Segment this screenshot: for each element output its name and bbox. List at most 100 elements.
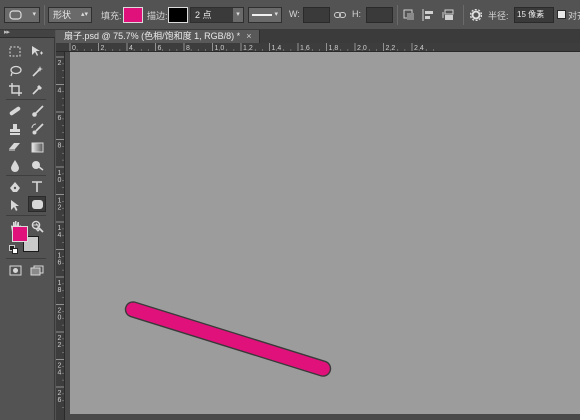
stroke-color-swatch[interactable] — [168, 7, 188, 23]
rounded-rect-shape[interactable] — [124, 300, 333, 378]
ruler-label: 4 — [58, 232, 62, 239]
line-style-icon — [252, 14, 272, 16]
eraser-tool-icon[interactable] — [6, 139, 24, 155]
divider — [6, 99, 46, 100]
chevron-down-icon: ▾ — [233, 8, 243, 22]
options-bar: ▾ 形状 ▴▾ 填充: 描边: 2 点 ▾ ▾ W: H: 半径: 15 像素 … — [0, 0, 580, 30]
width-label: W: — [289, 9, 300, 19]
healing-brush-tool-icon[interactable] — [6, 103, 24, 119]
mode-select[interactable]: 形状 ▴▾ — [48, 7, 92, 23]
ruler-label: 0 — [58, 177, 62, 184]
align-edges-checkbox[interactable] — [557, 10, 566, 19]
ruler-label: 2 — [58, 60, 62, 67]
ruler-label: 1 6 — [300, 45, 310, 52]
ruler-label: 6 — [158, 45, 162, 52]
ruler-label: 2 — [58, 390, 62, 397]
screen-mode-icon[interactable] — [28, 262, 46, 278]
align-edges-label: 对齐边缘 — [568, 11, 580, 21]
rounded-rect-tool-icon — [9, 10, 22, 20]
ruler-label: 1 — [58, 280, 62, 287]
path-alignment-icon[interactable] — [420, 7, 436, 23]
gradient-tool-icon[interactable] — [28, 139, 46, 155]
ruler-label: 2 0 — [357, 45, 367, 52]
ruler-label: 1 — [58, 170, 62, 177]
divider — [6, 175, 46, 176]
ruler-label: 6 — [58, 260, 62, 267]
path-operations-icon[interactable] — [401, 7, 417, 23]
move-tool-icon[interactable] — [28, 43, 46, 59]
brush-tool-icon[interactable] — [28, 103, 46, 119]
tool-preset-picker[interactable]: ▾ — [4, 7, 40, 23]
document-canvas[interactable] — [70, 52, 580, 414]
ruler-label: 1 8 — [329, 45, 339, 52]
ruler-label: 1 — [58, 225, 62, 232]
ruler-label: 1 — [58, 198, 62, 205]
fill-color-swatch[interactable] — [123, 7, 143, 23]
stroke-width-input[interactable]: 2 点 ▾ — [190, 7, 244, 23]
canvas-art — [124, 300, 333, 378]
divider — [463, 5, 464, 25]
ruler-label: 2 2 — [386, 45, 396, 52]
dodge-tool-icon[interactable] — [28, 157, 46, 173]
ruler-label: 2 — [58, 363, 62, 370]
type-tool-icon[interactable] — [28, 179, 46, 195]
height-label: H: — [352, 9, 361, 19]
swap-colors-icon[interactable] — [30, 222, 40, 232]
foreground-color-swatch[interactable] — [12, 226, 28, 242]
ruler-label: 1 0 — [215, 45, 225, 52]
width-input[interactable] — [303, 7, 330, 23]
history-brush-tool-icon[interactable] — [28, 121, 46, 137]
clone-stamp-tool-icon[interactable] — [6, 121, 24, 137]
document-tab[interactable]: 扇子.psd @ 75.7% (色相/饱和度 1, RGB/8) * × — [56, 30, 261, 43]
stroke-type-select[interactable]: ▾ — [248, 7, 282, 23]
mode-select-value: 形状 — [53, 10, 72, 20]
magic-wand-tool-icon[interactable] — [28, 63, 46, 79]
gear-icon[interactable] — [468, 7, 484, 23]
eyedropper-tool-icon[interactable] — [28, 81, 46, 97]
radius-input[interactable]: 15 像素 — [514, 7, 554, 23]
toolbox: ▸▸ — [0, 29, 55, 420]
ruler-label: 8 — [58, 143, 62, 150]
path-selection-tool-icon[interactable] — [6, 197, 24, 213]
ruler-label: 4 — [58, 370, 62, 377]
crop-tool-icon[interactable] — [6, 81, 24, 97]
stroke-width-value: 2 点 — [195, 10, 212, 20]
document-tab-title: 扇子.psd @ 75.7% (色相/饱和度 1, RGB/8) * — [64, 31, 241, 41]
ruler-label: 1 — [58, 253, 62, 260]
vertical-ruler[interactable]: 2468101214161820222426 — [56, 52, 65, 420]
horizontal-ruler[interactable]: 0 2 4 6 8 1 0 1 2 1 4 1 6 1 8 2 0 2 2 2 4 — [56, 43, 580, 52]
document-tab-bar: 扇子.psd @ 75.7% (色相/饱和度 1, RGB/8) * × — [56, 30, 580, 43]
radius-label: 半径: — [488, 11, 509, 21]
toolbox-grip[interactable]: ▸▸ — [0, 29, 55, 38]
ruler-label: 6 — [58, 115, 62, 122]
ruler-label: 2 — [58, 335, 62, 342]
height-input[interactable] — [366, 7, 393, 23]
divider — [397, 5, 398, 25]
ruler-label: 2 4 — [414, 45, 424, 52]
divider — [6, 258, 46, 259]
close-icon[interactable]: × — [246, 31, 251, 41]
ruler-label: 2 — [101, 45, 105, 52]
collapse-arrows-icon: ▸▸ — [4, 29, 10, 36]
link-icon[interactable] — [332, 7, 348, 23]
pen-tool-icon[interactable] — [6, 179, 24, 195]
path-arrangement-icon[interactable] — [441, 7, 457, 23]
stroke-label: 描边: — [147, 11, 168, 21]
fill-label: 填充: — [101, 11, 122, 21]
chevron-down-icon: ▾ — [274, 11, 278, 18]
quick-mask-icon[interactable] — [6, 262, 24, 278]
blur-tool-icon[interactable] — [6, 157, 24, 173]
ruler-label: 2 — [58, 205, 62, 212]
rounded-rect-tool-icon[interactable] — [28, 196, 46, 212]
ruler-label: 8 — [186, 45, 190, 52]
divider — [44, 5, 45, 25]
lasso-tool-icon[interactable] — [6, 63, 24, 79]
ruler-label: 0 — [72, 45, 76, 52]
ruler-label: 6 — [58, 397, 62, 404]
rect-marquee-tool-icon[interactable] — [6, 43, 24, 59]
chevron-down-icon: ▾ — [32, 11, 36, 18]
ruler-label: 1 4 — [272, 45, 282, 52]
ruler-label: 2 — [58, 308, 62, 315]
default-colors-icon[interactable] — [8, 244, 18, 254]
ruler-label: 4 — [58, 88, 62, 95]
